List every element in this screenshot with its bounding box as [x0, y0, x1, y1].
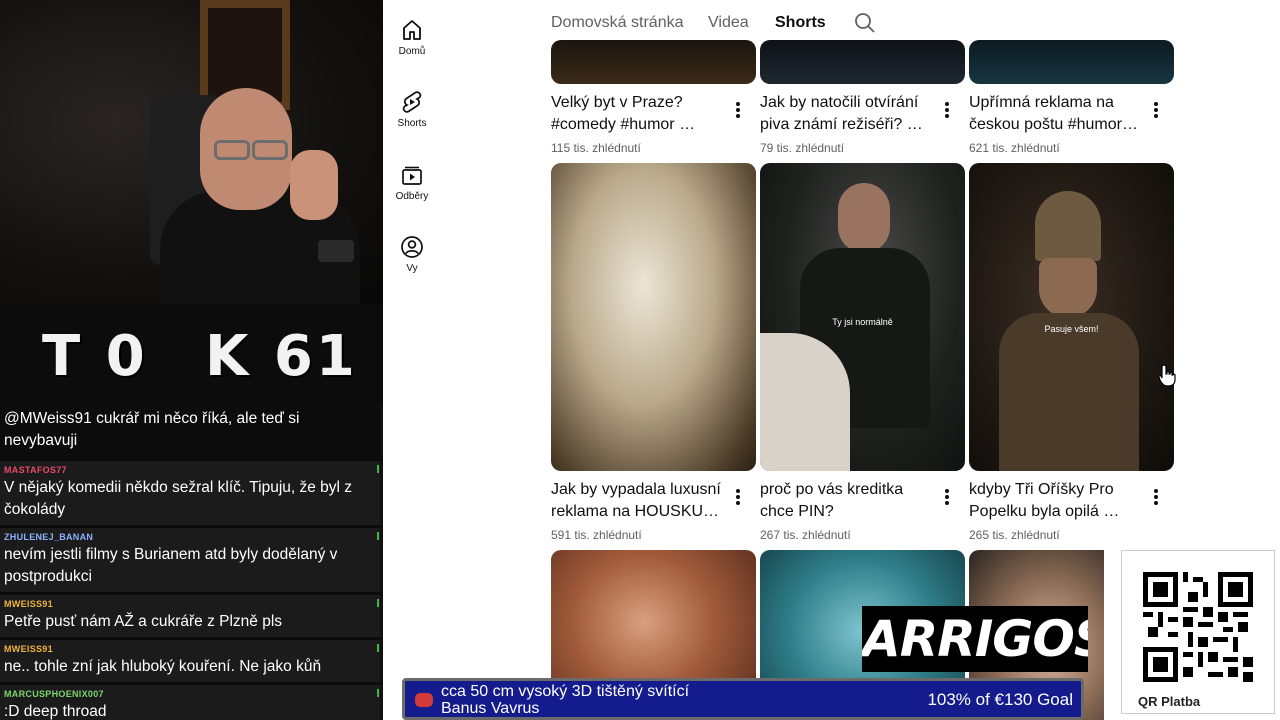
counter-right: K 61 [205, 324, 358, 389]
chat-message-text: nevím jestli filmy s Burianem atd byly d… [4, 546, 338, 585]
goal-subtitle: Banus Vavrus [441, 700, 540, 717]
chat-panel: @MWeiss91 cukrář mi něco říká, ale teď s… [0, 404, 383, 720]
short-thumbnail[interactable] [551, 40, 756, 84]
short-thumbnail[interactable] [760, 40, 965, 84]
qr-code [1143, 572, 1253, 682]
tab-shorts[interactable]: Shorts [775, 14, 826, 32]
more-options-button[interactable] [938, 487, 956, 509]
chat-username: MWEISS91 [4, 644, 53, 654]
short-title[interactable]: Jak by natočili otvírání piva známí režis… [760, 92, 932, 136]
more-options-button[interactable] [1147, 487, 1165, 509]
chat-username: MASTAFOS77 [4, 465, 67, 475]
rail-item-subscriptions[interactable]: Odběry [383, 163, 441, 202]
rail-item-label: Domů [398, 46, 426, 57]
side-rail: Domů Shorts Odběry Vy [383, 0, 441, 720]
chat-message: @MWeiss91 cukrář mi něco říká, ale teď s… [0, 404, 383, 458]
short-thumbnail[interactable] [969, 40, 1174, 84]
short-views: 267 tis. zhlédnutí [760, 528, 851, 542]
counter-display: T 0 K 61 [0, 318, 383, 400]
rail-item-shorts[interactable]: Shorts [383, 90, 441, 129]
goal-progress: 103% of €130 Goal [927, 690, 1073, 709]
short-views: 265 tis. zhlédnutí [969, 528, 1060, 542]
donation-icon [415, 693, 433, 707]
tab-videos[interactable]: Videa [708, 14, 749, 32]
chat-message-text: :D deep throad [4, 703, 107, 720]
chat-username: MWEISS91 [4, 599, 53, 609]
rail-item-label: Shorts [397, 118, 427, 129]
short-caption: Pasuje všem! [1044, 324, 1099, 334]
qr-payment-box [1121, 550, 1275, 714]
chat-message: MWEISS91 ne.. tohle zní jak hluboký kouř… [0, 640, 383, 682]
more-options-button[interactable] [1147, 100, 1165, 122]
chat-message-text: Petře pusť nám AŽ a cukráře z Plzně pls [4, 613, 283, 630]
short-thumbnail[interactable] [551, 163, 756, 471]
short-title[interactable]: kdyby Tři Oříšky Pro Popelku byla opilá … [969, 479, 1141, 523]
sponsor-logo: ARRIGOS [862, 606, 1088, 672]
donation-goal-bar: cca 50 cm vysoký 3D tištěný svítící Banu… [402, 678, 1084, 720]
short-views: 79 tis. zhlédnutí [760, 141, 845, 155]
short-views: 621 tis. zhlédnutí [969, 141, 1060, 155]
counter-left: T 0 [42, 324, 148, 389]
rail-item-you[interactable]: Vy [383, 235, 441, 274]
subscriptions-icon [402, 166, 422, 185]
home-icon [403, 20, 421, 40]
chat-message-text: @MWeiss91 cukrář mi něco říká, ale teď s… [4, 410, 300, 449]
chat-message: MARCUSPHOENIX007 :D deep throad [0, 685, 383, 720]
short-title[interactable]: proč po vás kreditka chce PIN? [760, 479, 932, 523]
short-views: 115 tis. zhlédnutí [551, 141, 641, 155]
short-thumbnail[interactable]: Ty jsi normálně [760, 163, 965, 471]
chat-message: ZHULENEJ_BANAN nevím jestli filmy s Buri… [0, 528, 383, 592]
short-title[interactable]: Jak by vypadala luxusní reklama na HOUSKU… [551, 479, 723, 523]
account-icon [401, 236, 423, 258]
stream-overlay: T 0 K 61 @MWeiss91 cukrář mi něco říká, … [0, 0, 383, 720]
short-views: 591 tis. zhlédnutí [551, 528, 642, 542]
short-caption: Ty jsi normálně [832, 317, 893, 327]
chat-message: MWEISS91 Petře pusť nám AŽ a cukráře z P… [0, 595, 383, 637]
chat-username: ZHULENEJ_BANAN [4, 532, 94, 542]
search-icon[interactable] [854, 12, 876, 34]
more-options-button[interactable] [729, 100, 747, 122]
shorts-icon [402, 91, 422, 113]
chat-username: MARCUSPHOENIX007 [4, 689, 104, 699]
short-title[interactable]: Velký byt v Praze? #comedy #humor … [551, 92, 723, 136]
mouse-cursor-icon [1158, 364, 1176, 387]
short-thumbnail[interactable]: Pasuje všem! [969, 163, 1174, 471]
webcam-feed [0, 0, 383, 304]
short-title[interactable]: Upřímná reklama na českou poštu #humor… [969, 92, 1141, 136]
chat-message-text: ne.. tohle zní jak hluboký kouření. Ne j… [4, 658, 322, 675]
goal-title: cca 50 cm vysoký 3D tištěný svítící [441, 683, 690, 700]
more-options-button[interactable] [938, 100, 956, 122]
chat-message: MASTAFOS77 V nějaký komedii někdo sežral… [0, 461, 383, 525]
rail-item-label: Vy [406, 263, 418, 274]
more-options-button[interactable] [729, 487, 747, 509]
rail-item-home[interactable]: Domů [383, 18, 441, 57]
tab-home[interactable]: Domovská stránka [551, 14, 684, 32]
qr-label: QR Platba [1138, 694, 1201, 709]
rail-item-label: Odběry [395, 191, 429, 202]
chat-message-text: V nějaký komedii někdo sežral klíč. Tipu… [4, 479, 353, 518]
